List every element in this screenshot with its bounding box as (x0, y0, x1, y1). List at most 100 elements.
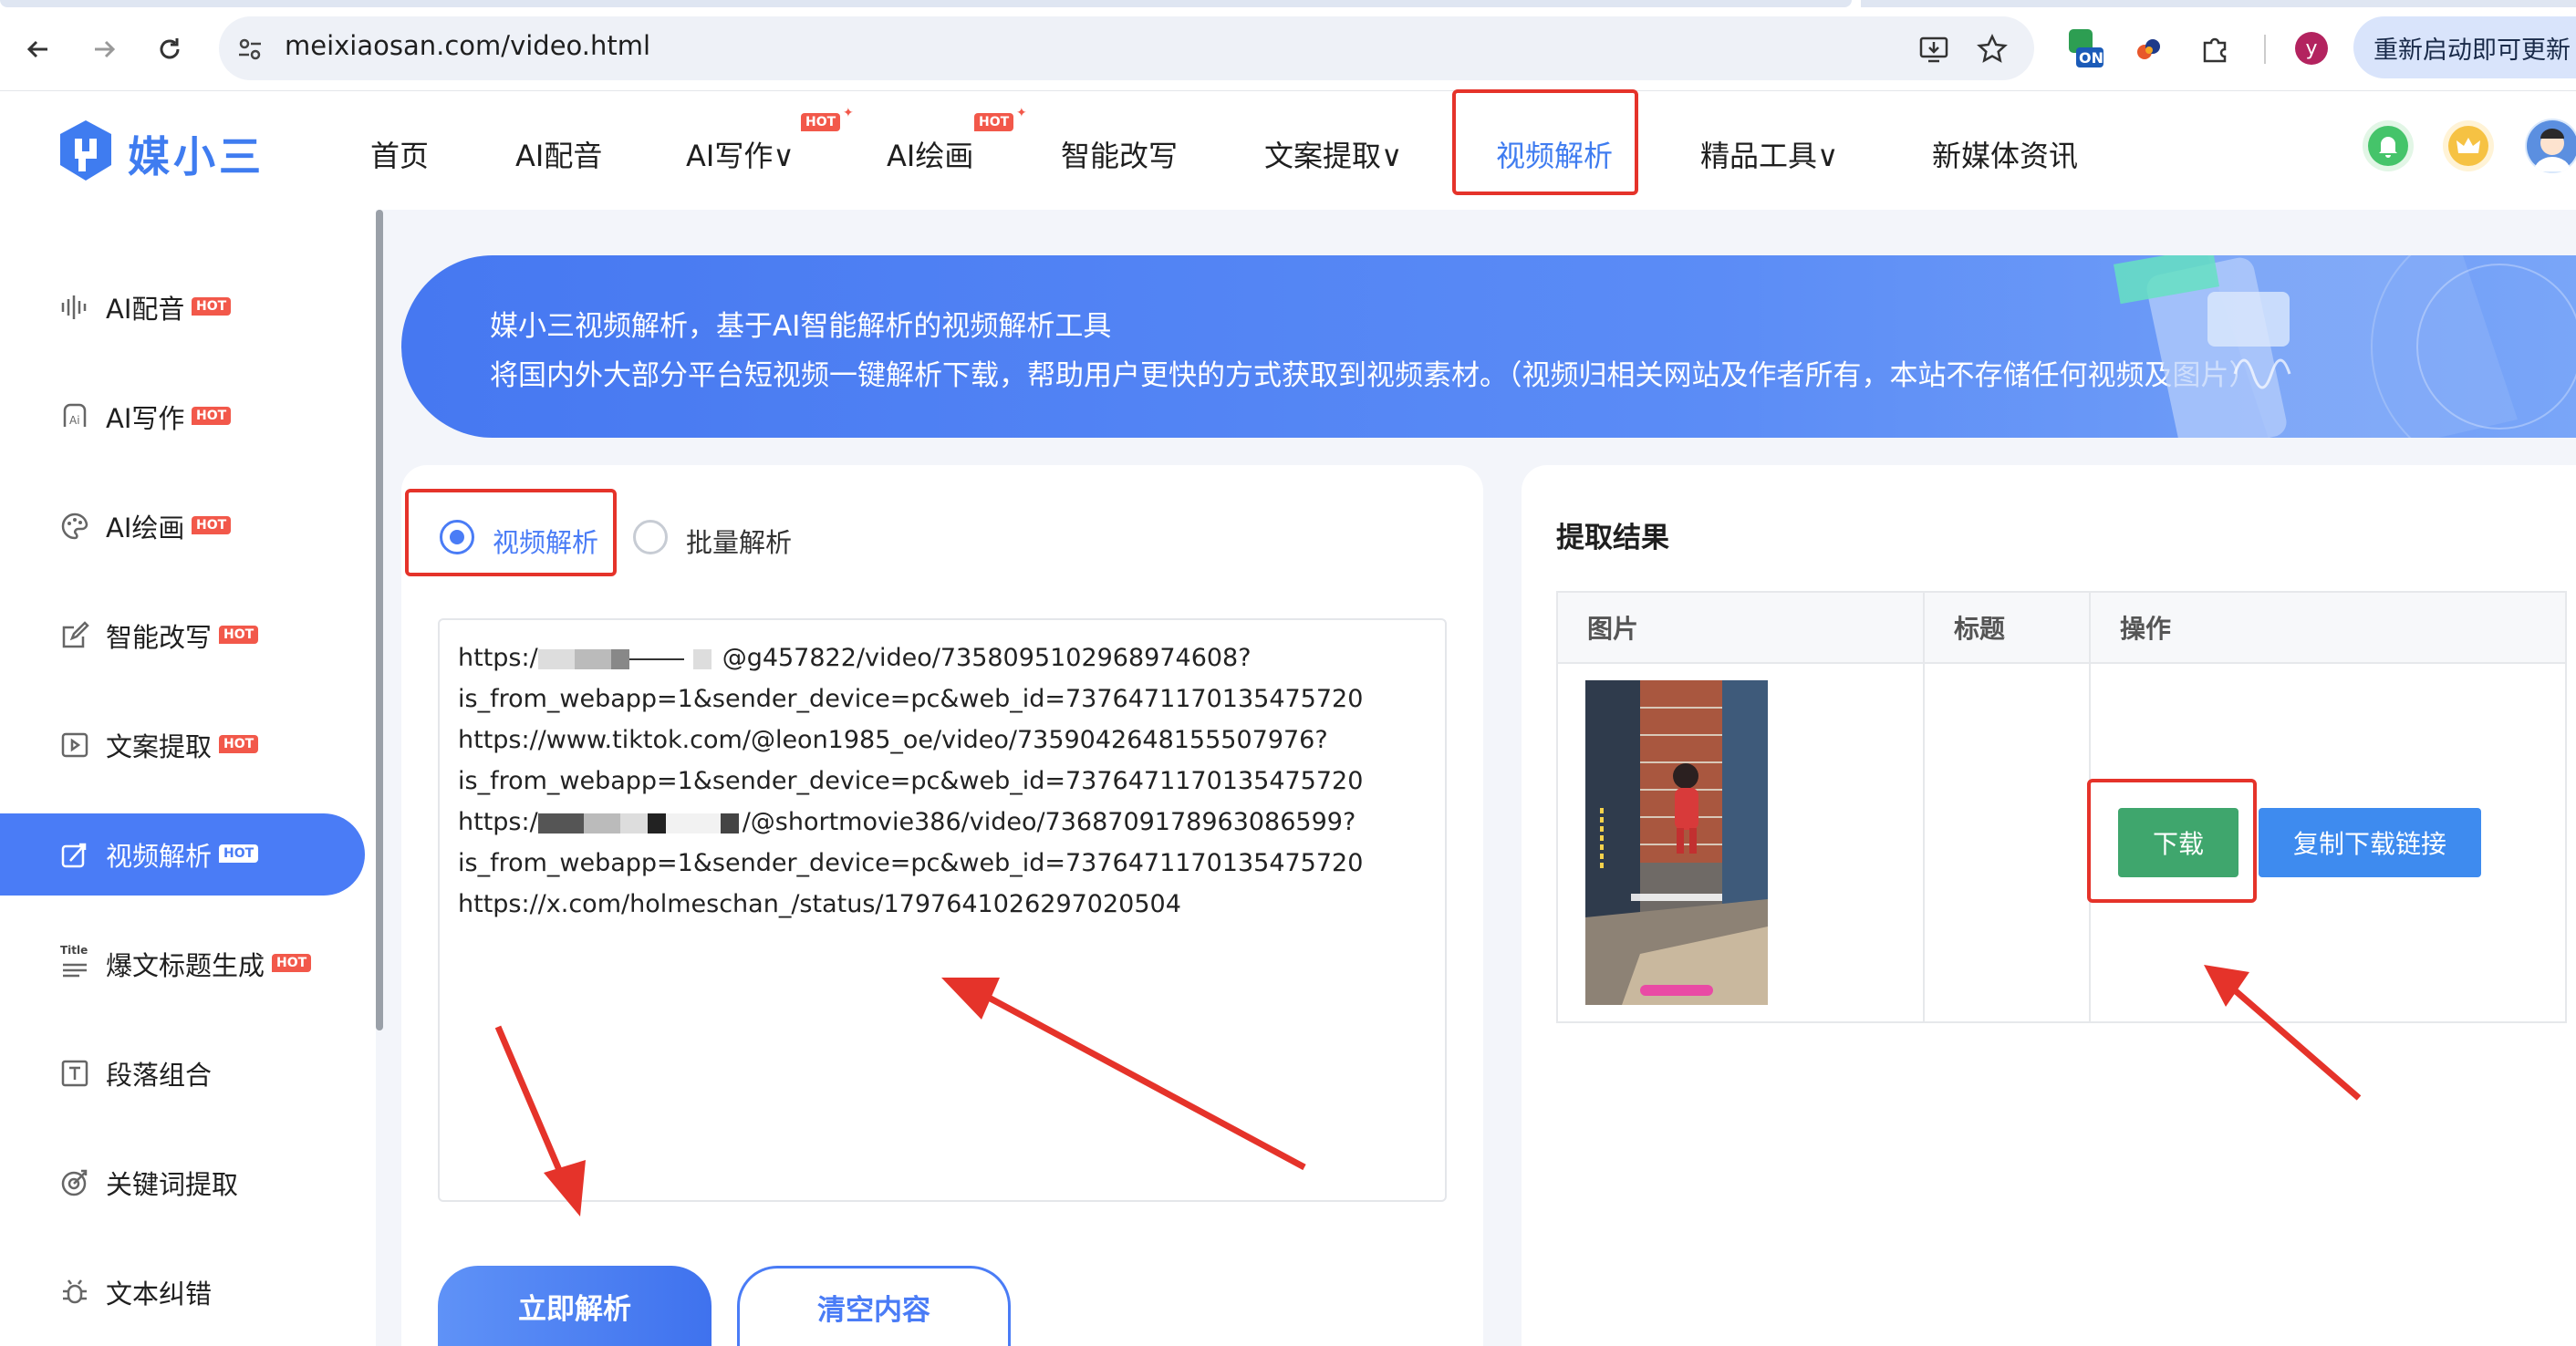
reload-icon[interactable] (151, 31, 188, 67)
sidebar-item-label: 爆文标题生成 (106, 950, 265, 981)
redacted-block (574, 648, 611, 669)
redacted-block (647, 813, 666, 833)
url-line-prefix: https:/ (458, 644, 538, 672)
nav-smart-rewrite[interactable]: 智能改写 (1061, 133, 1178, 175)
sidebar-item-ai-dubbing[interactable]: AI配音 HOT (0, 266, 365, 348)
nav-ai-writing[interactable]: AI写作∨ (686, 133, 795, 175)
profile-avatar[interactable]: y (2295, 32, 2328, 65)
url-line: https:/ @g457822/video/735809510296897460… (458, 644, 1252, 672)
sidebar-item-paragraph[interactable]: 段落组合 (0, 1032, 365, 1114)
sidebar-item-label: 智能改写 (106, 622, 213, 653)
extensions-puzzle-icon[interactable] (2197, 31, 2233, 67)
text-box-icon (57, 1055, 93, 1092)
bookmark-star-icon[interactable] (1974, 31, 2010, 67)
redacted-block (720, 813, 739, 833)
hot-badge: HOT (192, 407, 232, 425)
banner-title: 媒小三视频解析，基于AI智能解析的视频解析工具 (490, 310, 1112, 343)
palette-icon (57, 508, 93, 544)
sidebar-item-video-parse[interactable]: 视频解析 HOT (0, 813, 365, 896)
redacted-block (665, 813, 721, 833)
highlight-box-download (2087, 779, 2257, 903)
result-table-header (1558, 593, 2565, 662)
video-extract-icon (57, 727, 93, 763)
sidebar-item-copy-extract[interactable]: 文案提取 HOT (0, 704, 365, 786)
logo-text[interactable]: 媒小三 (128, 124, 265, 184)
hot-badge: HOT (192, 516, 232, 534)
hot-badge: HOT (219, 626, 259, 644)
radio-batch-parse[interactable] (633, 520, 668, 554)
column-header-image: 图片 (1587, 614, 1639, 644)
intro-banner: 媒小三视频解析，基于AI智能解析的视频解析工具 将国内外大部分平台短视频一键解析… (401, 255, 2576, 438)
sidebar-item-ai-drawing[interactable]: AI绘画 HOT (0, 485, 365, 567)
table-divider (1556, 662, 2567, 664)
hot-badge: HOT (219, 735, 259, 753)
forward-icon[interactable] (86, 31, 122, 67)
sidebar-item-title-gen[interactable]: Title 爆文标题生成 HOT (0, 923, 365, 1005)
sidebar-item-label: 关键词提取 (106, 1169, 239, 1200)
redacted-block (619, 813, 648, 833)
mode-batch-label[interactable]: 批量解析 (686, 522, 792, 560)
url-line-suffix: @g457822/video/7358095102968974608? (722, 644, 1252, 672)
redacted-block (537, 648, 575, 669)
video-thumbnail[interactable] (1585, 680, 1768, 1005)
url-line-prefix: https:/ (458, 808, 538, 836)
parse-now-button[interactable]: 立即解析 (438, 1266, 712, 1346)
sidebar-item-proofread[interactable]: 文本纠错 (0, 1251, 365, 1333)
nav-copy-extract[interactable]: 文案提取∨ (1264, 133, 1402, 175)
back-icon[interactable] (20, 31, 57, 67)
column-header-action: 操作 (2120, 614, 2172, 644)
title-icon-text: Title (60, 944, 88, 957)
redacted-block (628, 648, 684, 669)
sidebar-item-label: AI配音 (106, 294, 185, 325)
sidebar-scrollbar[interactable] (376, 210, 383, 1030)
user-avatar[interactable] (2525, 119, 2576, 173)
nav-media-news[interactable]: 新媒体资讯 (1932, 133, 2078, 175)
vip-crown-icon[interactable] (2443, 120, 2494, 171)
sidebar-item-smart-rewrite[interactable]: 智能改写 HOT (0, 595, 365, 677)
redacted-block (537, 813, 584, 833)
redacted-block (610, 648, 629, 669)
ai-writing-icon: Ai (57, 399, 93, 435)
hot-badge: HOT (192, 297, 232, 316)
url-line-suffix: /@shortmovie386/video/736870917896308659… (742, 808, 1356, 836)
nav-home[interactable]: 首页 (370, 133, 429, 175)
banner-phone-illustration (2114, 255, 2576, 438)
url-line: https://x.com/holmeschan_/status/1797641… (458, 890, 1181, 918)
sidebar-item-label: 视频解析 (106, 841, 213, 872)
nav-ai-drawing-hot-badge: HOT (974, 113, 1014, 131)
extension-on-icon[interactable]: ON (2065, 27, 2105, 69)
hot-badge: HOT (272, 954, 312, 972)
nav-premium-tools[interactable]: 精品工具∨ (1700, 133, 1838, 175)
highlight-box-nav (1452, 89, 1638, 195)
install-app-icon[interactable] (1916, 31, 1952, 67)
tab-strip-right (1861, 0, 2576, 7)
sidebar-item-label: AI绘画 (106, 513, 185, 544)
hot-badge: HOT (219, 844, 259, 863)
clear-content-button[interactable]: 清空内容 (737, 1266, 1011, 1346)
url-line: is_from_webapp=1&sender_device=pc&web_id… (458, 767, 1364, 795)
nav-ai-dubbing[interactable]: AI配音 (515, 133, 602, 175)
sidebar-item-ai-writing[interactable]: Ai AI写作 HOT (0, 376, 365, 458)
sidebar-item-keywords[interactable]: 关键词提取 (0, 1142, 365, 1224)
extension-badge: ON (2079, 49, 2103, 67)
result-title: 提取结果 (1556, 522, 1669, 554)
sidebar-item-label: 文本纠错 (106, 1279, 213, 1310)
logo-icon[interactable] (57, 119, 115, 182)
sidebar-item-label: AI写作 (106, 403, 185, 434)
edit-icon (57, 617, 93, 654)
relaunch-update-button[interactable]: 重新启动即可更新 (2353, 16, 2576, 78)
sidebar-item-label: 段落组合 (106, 1060, 213, 1091)
bug-check-icon (57, 1274, 93, 1310)
title-icon: Title (57, 944, 93, 982)
extension-swirl-icon[interactable] (2131, 31, 2167, 67)
redacted-block (583, 813, 620, 833)
copy-download-link-button[interactable]: 复制下载链接 (2259, 808, 2481, 877)
sidebar-item-label: 文案提取 (106, 731, 213, 762)
highlight-box-mode (405, 489, 617, 576)
notification-bell-icon[interactable] (2363, 120, 2414, 171)
site-info-icon[interactable] (234, 33, 266, 66)
url-line: https:/ /@shortmovie386/video/73687091789… (458, 808, 1356, 836)
url-text[interactable]: meixiaosan.com/video.html (285, 30, 650, 61)
nav-ai-drawing[interactable]: AI绘画 (887, 133, 973, 175)
sparkle-icon: ✦ (843, 106, 854, 120)
